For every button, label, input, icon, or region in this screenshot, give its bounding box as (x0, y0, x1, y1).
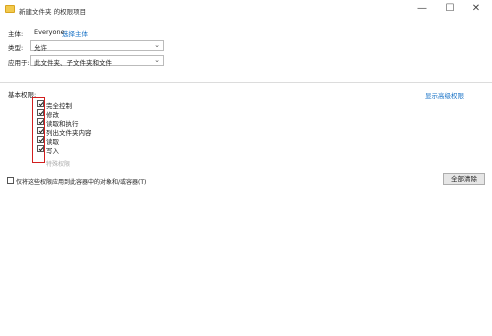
applies-to-select[interactable]: 此文件夹、子文件夹和文件 ⌄ (30, 55, 164, 67)
permission-item-write[interactable]: 写入 (37, 144, 157, 155)
permission-label: 写入 (46, 147, 59, 155)
permission-item-read[interactable]: 读取 (37, 135, 157, 146)
apply-only-option[interactable]: 仅将这些权限应用到此容器中的对象和/或容器(T) (7, 176, 167, 186)
highlight-box (32, 97, 45, 163)
type-select[interactable]: 允许 ⌄ (30, 40, 164, 52)
permission-item-read-execute[interactable]: 读取和执行 (37, 117, 157, 128)
type-select-value: 允许 (34, 44, 47, 52)
permission-item-list-folder[interactable]: 列出文件夹内容 (37, 126, 157, 137)
title-bar: 新建文件夹 的权限项目 — ☐ ✕ (0, 0, 492, 20)
principal-value: Everyone (34, 28, 65, 36)
show-advanced-permissions-link[interactable]: 显示高级权限 (425, 90, 464, 100)
section-divider (0, 82, 492, 83)
applies-to-label: 应用于: (8, 59, 30, 67)
principal-label: 主体: (8, 30, 24, 38)
chevron-down-icon: ⌄ (154, 41, 160, 49)
permission-item-modify[interactable]: 修改 (37, 108, 157, 119)
checkbox[interactable] (7, 177, 14, 184)
permission-item-full-control[interactable]: 完全控制 (37, 99, 157, 110)
minimize-button[interactable]: — (412, 2, 432, 16)
maximize-button[interactable]: ☐ (440, 2, 460, 16)
apply-only-label: 仅将这些权限应用到此容器中的对象和/或容器(T) (16, 179, 147, 186)
folder-icon (5, 5, 15, 13)
select-principal-link[interactable]: 选择主体 (62, 28, 88, 38)
window-title: 新建文件夹 的权限项目 (19, 8, 87, 16)
type-label: 类型: (8, 44, 24, 52)
close-button[interactable]: ✕ (466, 2, 486, 16)
chevron-down-icon: ⌄ (154, 56, 160, 64)
special-permissions-label: 特殊权限 (46, 161, 71, 168)
clear-all-button[interactable]: 全部清除 (443, 173, 485, 185)
applies-to-select-value: 此文件夹、子文件夹和文件 (34, 59, 112, 67)
